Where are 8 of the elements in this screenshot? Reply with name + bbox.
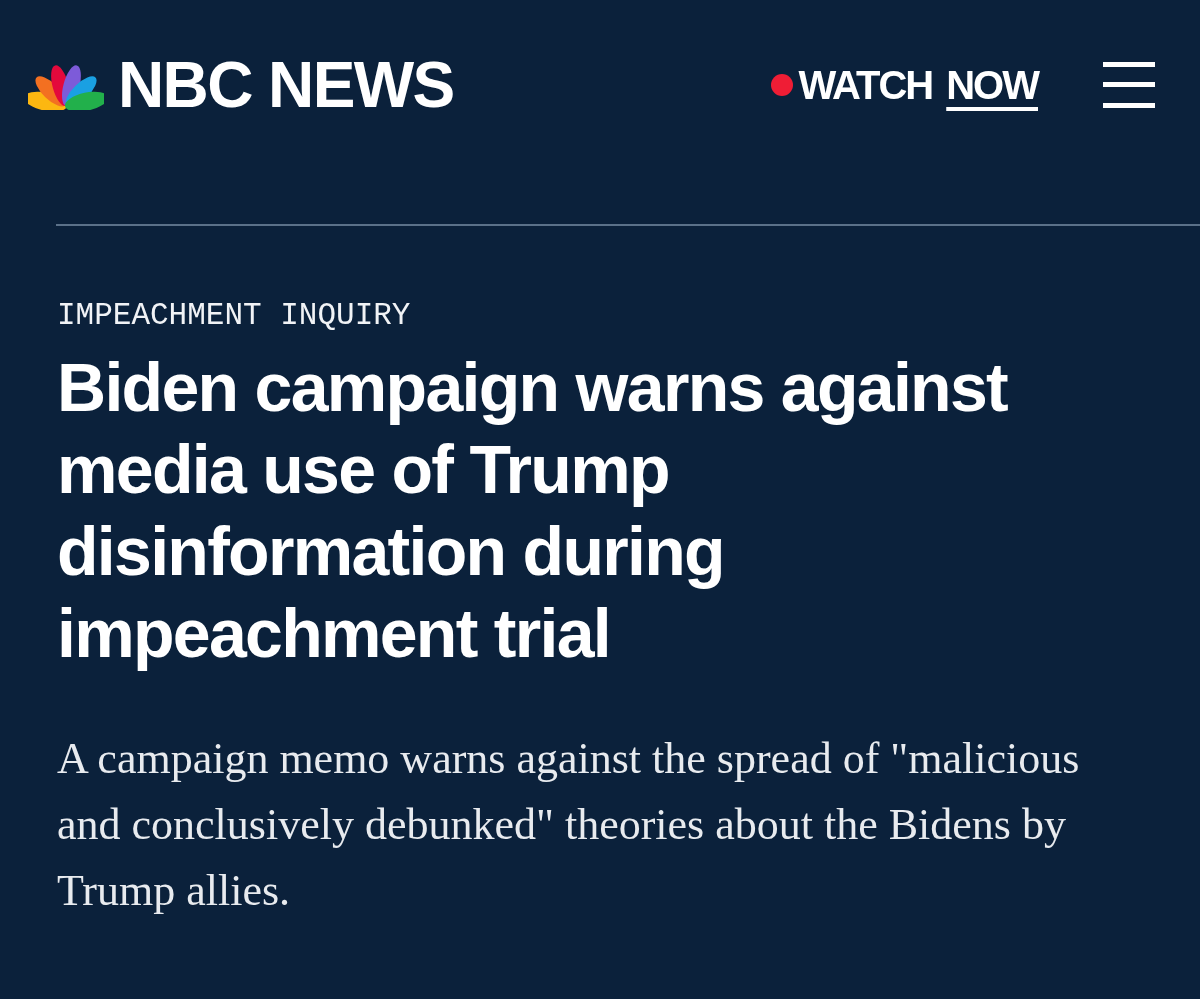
watch-now-link[interactable]: WATCH NOW <box>770 65 1038 105</box>
logo-link[interactable]: NBC NEWS <box>28 53 454 117</box>
section-label: IMPEACHMENT INQUIRY <box>57 298 412 334</box>
live-dot-icon <box>770 74 793 96</box>
menu-icon <box>1103 62 1155 108</box>
menu-button[interactable] <box>1102 60 1156 110</box>
headline: Biden campaign warns against media use of Trump disinformation during impeachment trial <box>57 348 1009 673</box>
article-summary: A campaign memo warns against the spread of "malicious and conclusively debunked" theories about the Bidens by Trump allies. <box>57 733 1081 917</box>
